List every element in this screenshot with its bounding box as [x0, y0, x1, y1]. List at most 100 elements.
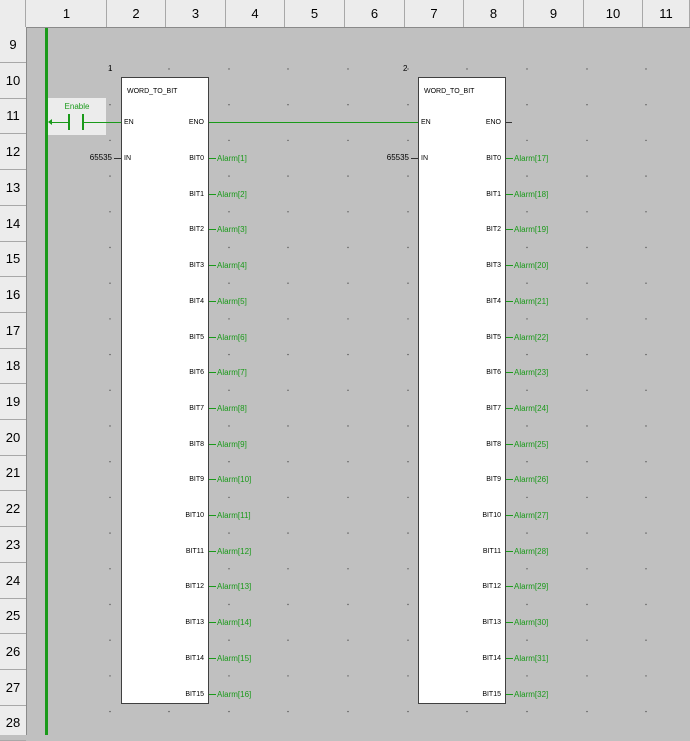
pin-bit11: BIT11 [482, 547, 501, 555]
grid-dot [586, 710, 588, 713]
pin-bit13: BIT13 [482, 619, 501, 627]
function-block-1[interactable] [121, 77, 209, 704]
output-variable[interactable]: Alarm[11] [217, 511, 251, 520]
output-variable[interactable]: Alarm[24] [514, 404, 548, 413]
block-number: 2 [403, 64, 408, 73]
output-variable[interactable]: Alarm[27] [514, 511, 548, 520]
output-variable[interactable]: Alarm[25] [514, 440, 548, 449]
grid-dot [586, 532, 588, 534]
grid-dot [407, 353, 409, 356]
output-variable[interactable]: Alarm[29] [514, 582, 548, 591]
output-variable[interactable]: Alarm[31] [514, 654, 548, 663]
row-header-21: 21 [0, 455, 26, 492]
output-wire [506, 158, 513, 159]
grid-dot [168, 68, 170, 70]
grid-dot [109, 175, 111, 177]
function-block-2[interactable] [418, 77, 506, 704]
output-variable[interactable]: Alarm[12] [217, 547, 251, 556]
column-header-2: 2 [107, 0, 166, 27]
output-variable[interactable]: Alarm[17] [514, 154, 548, 163]
grid-dot [645, 496, 647, 499]
grid-dot [407, 282, 409, 284]
row-header-13: 13 [0, 170, 26, 206]
grid-dot [109, 425, 111, 427]
row-header-19: 19 [0, 384, 26, 420]
pin-bit9: BIT9 [189, 476, 204, 484]
output-variable[interactable]: Alarm[10] [217, 475, 251, 484]
output-variable[interactable]: Alarm[19] [514, 225, 548, 234]
grid-dot [109, 211, 111, 213]
output-variable[interactable]: Alarm[28] [514, 547, 548, 556]
grid-dot [526, 461, 528, 463]
output-variable[interactable]: Alarm[5] [217, 297, 247, 306]
grid-dot [407, 496, 409, 499]
grid-dot [109, 389, 111, 391]
row-header-20: 20 [0, 420, 26, 456]
grid-dot [645, 68, 647, 70]
column-header-6: 6 [345, 0, 405, 27]
output-variable[interactable]: Alarm[1] [217, 154, 247, 163]
output-variable[interactable]: Alarm[16] [217, 690, 251, 699]
grid-dot [228, 496, 230, 499]
grid-dot [645, 461, 647, 463]
grid-dot [347, 675, 349, 677]
output-variable[interactable]: Alarm[3] [217, 225, 247, 234]
output-variable[interactable]: Alarm[7] [217, 368, 247, 377]
grid-dot [586, 68, 588, 70]
grid-dot [228, 175, 230, 177]
grid-dot [228, 318, 230, 320]
grid-dot [586, 211, 588, 213]
in-value[interactable]: 65535 [78, 153, 112, 162]
output-wire [209, 265, 216, 267]
grid-dot [168, 710, 170, 713]
output-variable[interactable]: Alarm[22] [514, 333, 548, 342]
row-header-27: 27 [0, 670, 26, 706]
block-name: WORD_TO_BIT [424, 88, 475, 95]
output-variable[interactable]: Alarm[2] [217, 190, 247, 199]
output-wire [506, 229, 513, 231]
output-variable[interactable]: Alarm[18] [514, 190, 548, 199]
pin-in: IN [421, 155, 428, 162]
output-variable[interactable]: Alarm[23] [514, 368, 548, 377]
grid-dot [287, 282, 289, 284]
output-wire [506, 479, 513, 481]
in-value[interactable]: 65535 [375, 153, 409, 162]
output-variable[interactable]: Alarm[13] [217, 582, 251, 591]
output-variable[interactable]: Alarm[32] [514, 690, 548, 699]
grid-dot [586, 389, 588, 391]
grid-dot [287, 568, 289, 570]
pin-bit8: BIT8 [486, 440, 501, 448]
grid-dot [347, 603, 349, 606]
grid-dot [407, 710, 409, 713]
output-variable[interactable]: Alarm[14] [217, 618, 251, 627]
output-variable[interactable]: Alarm[9] [217, 440, 247, 449]
output-variable[interactable]: Alarm[15] [217, 654, 251, 663]
grid-dot [228, 68, 230, 70]
output-variable[interactable]: Alarm[6] [217, 333, 247, 342]
output-variable[interactable]: Alarm[4] [217, 261, 247, 270]
grid-dot [109, 318, 111, 320]
contact-wire-left [50, 122, 68, 123]
grid-dot [109, 603, 111, 606]
grid-dot [287, 353, 289, 356]
grid-dot [228, 568, 230, 570]
column-header: 1 2 3 4 5 6 7 8 9 10 11 [0, 0, 690, 28]
enable-contact[interactable]: Enable [48, 98, 106, 135]
output-variable[interactable]: Alarm[30] [514, 618, 548, 627]
output-wire [506, 193, 513, 195]
grid-dot [586, 175, 588, 177]
grid-dot [586, 282, 588, 284]
output-variable[interactable]: Alarm[21] [514, 297, 548, 306]
grid-dot [407, 568, 409, 570]
column-header-3: 3 [166, 0, 226, 27]
output-wire [506, 550, 513, 552]
grid-dot [347, 532, 349, 534]
grid-dot [526, 639, 528, 641]
output-variable[interactable]: Alarm[8] [217, 404, 247, 413]
pin-bit10: BIT10 [185, 512, 204, 519]
output-variable[interactable]: Alarm[26] [514, 475, 548, 484]
contact-wire-right [84, 122, 106, 123]
grid-dot [407, 425, 409, 427]
output-variable[interactable]: Alarm[20] [514, 261, 548, 270]
pin-bit0: BIT0 [486, 155, 501, 162]
